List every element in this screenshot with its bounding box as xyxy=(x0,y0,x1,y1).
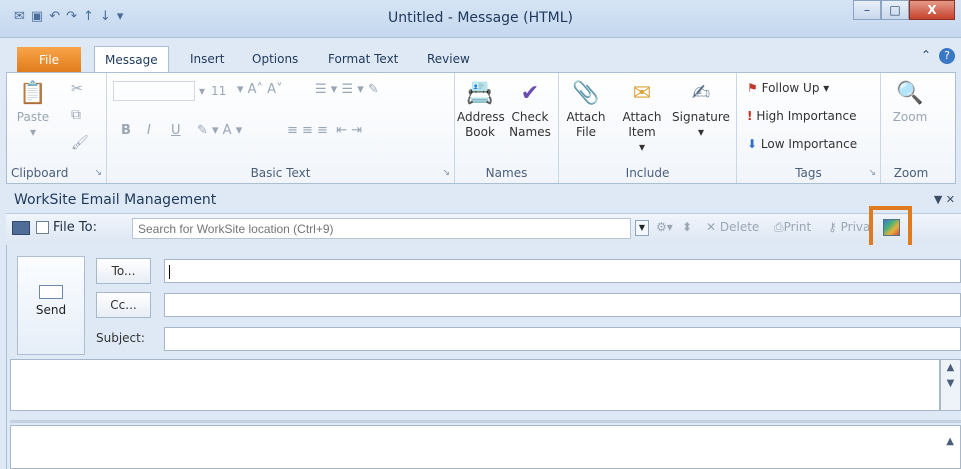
help-icon[interactable]: ? xyxy=(939,48,955,64)
group-clipboard: 📋 Paste ▾ ✂ ⧉ 🖌 Clipboard ↘ xyxy=(7,73,107,183)
group-label-names: Names xyxy=(485,166,528,180)
font-size-box[interactable]: 11 xyxy=(211,84,226,98)
launcher-icon[interactable]: ↘ xyxy=(868,168,876,178)
tab-message[interactable]: Message xyxy=(94,46,169,72)
window-title: Untitled - Message (HTML) xyxy=(387,10,574,26)
close-button[interactable]: X xyxy=(909,0,955,20)
underline-icon[interactable]: U xyxy=(171,123,181,138)
exclamation-icon: ! xyxy=(747,109,753,123)
help-area: ⌃ ? xyxy=(921,48,955,64)
tab-review[interactable]: Review xyxy=(417,46,480,72)
attach-file-button[interactable]: 📎 Attach File xyxy=(563,81,609,140)
bold-icon[interactable]: B xyxy=(121,123,131,138)
tab-options[interactable]: Options xyxy=(242,46,308,72)
low-importance-button[interactable]: ⬇ Low Importance xyxy=(747,137,857,151)
high-importance-button[interactable]: ! High Importance xyxy=(747,109,856,123)
tab-format-text[interactable]: Format Text xyxy=(318,46,408,72)
align-icons[interactable]: ≡ ≡ ≡ ⇤ ⇥ xyxy=(287,123,362,138)
private-button[interactable]: ⚷ Priva xyxy=(828,220,870,234)
font-name-box[interactable] xyxy=(113,81,195,101)
group-label-tags: Tags xyxy=(795,166,822,180)
bullets-icon[interactable]: ☰ ▾ ☰ ▾ ✎ xyxy=(315,82,379,97)
subject-field[interactable] xyxy=(164,327,961,351)
group-label-basic-text: Basic Text xyxy=(250,166,311,180)
check-names-button[interactable]: ✔ Check Names xyxy=(507,81,553,140)
search-dropdown-button[interactable]: ▼ xyxy=(635,220,649,236)
expand-icon[interactable]: ▲ xyxy=(946,436,954,447)
pin-icon[interactable]: ⬍ xyxy=(682,220,692,234)
clipboard-icon: 📋 xyxy=(19,81,47,106)
paperclip-icon: 📎 xyxy=(572,81,600,106)
title-bar: ✉ ▣ ↶ ↷ ↑ ↓ ▾ Untitled - Message (HTML) … xyxy=(0,0,961,38)
group-label-clipboard: Clipboard xyxy=(11,166,69,180)
launcher-icon[interactable]: ↘ xyxy=(94,168,102,178)
group-label-zoom: Zoom xyxy=(893,166,929,180)
grow-shrink-font-icon[interactable]: ▾ A˄ A˅ xyxy=(237,82,283,97)
magnifier-icon: 🔍 xyxy=(896,81,924,106)
worksite-toolbar: File To: ▼ ⚙▾ ⬍ ✕ Delete ⎙Print ⚷ Priva xyxy=(6,213,961,243)
zoom-button[interactable]: 🔍 Zoom xyxy=(885,81,935,125)
cc-button[interactable]: Cc... xyxy=(96,292,151,318)
check-names-icon: ✔ xyxy=(520,81,540,106)
to-field[interactable] xyxy=(164,259,961,283)
paste-button[interactable]: 📋 Paste ▾ xyxy=(11,81,55,140)
minimize-button[interactable]: – xyxy=(853,0,881,20)
tab-insert[interactable]: Insert xyxy=(180,46,234,72)
attach-item-button[interactable]: ✉ Attach Item ▾ xyxy=(617,81,667,155)
launcher-icon[interactable]: ↘ xyxy=(442,168,450,178)
ribbon-tabs: File Message Insert Options Format Text … xyxy=(0,38,961,72)
flag-icon: ⚑ xyxy=(747,81,758,95)
format-painter-icon[interactable]: 🖌 xyxy=(71,135,89,151)
highlight-font-color-icon[interactable]: ✎ ▾ A ▾ xyxy=(197,123,242,138)
cut-icon[interactable]: ✂ xyxy=(71,81,83,97)
file-to-label: File To: xyxy=(53,220,97,235)
subject-label: Subject: xyxy=(96,331,145,345)
worksite-menu-icon[interactable] xyxy=(12,221,30,235)
worksite-header: WorkSite Email Management ▼ ✕ xyxy=(6,189,961,211)
cc-field[interactable] xyxy=(164,293,961,317)
people-pane: ▲ xyxy=(10,425,961,469)
minimize-ribbon-icon[interactable]: ⌃ xyxy=(921,48,931,64)
print-button[interactable]: ⎙Print xyxy=(774,220,811,235)
group-basic-text: ▾ 11 ▾ A˄ A˅ ☰ ▾ ☰ ▾ ✎ B I U ✎ ▾ A ▾ ≡ ≡… xyxy=(107,73,455,183)
file-to-checkbox[interactable] xyxy=(36,221,49,234)
group-label-include: Include xyxy=(625,166,670,180)
group-names: 📇 Address Book ✔ Check Names Names xyxy=(455,73,559,183)
address-book-icon: 📇 xyxy=(466,81,494,106)
worksite-image-icon[interactable] xyxy=(883,219,900,236)
scroll-down-icon[interactable]: ▼ xyxy=(947,378,955,389)
window-controls: – □ X xyxy=(853,0,955,20)
ribbon: 📋 Paste ▾ ✂ ⧉ 🖌 Clipboard ↘ ▾ 11 ▾ A˄ A˅ … xyxy=(6,72,956,184)
browse-icon[interactable]: ⚙▾ xyxy=(656,220,673,234)
tab-file[interactable]: File xyxy=(17,47,81,72)
down-arrow-icon: ⬇ xyxy=(747,137,758,151)
group-include: 📎 Attach File ✉ Attach Item ▾ ✍ Signature… xyxy=(559,73,737,183)
message-body[interactable] xyxy=(10,359,940,411)
body-scrollbar[interactable]: ▲ ▼ xyxy=(940,359,961,411)
envelope-icon: ✉ xyxy=(632,81,652,106)
pane-controls[interactable]: ▼ ✕ xyxy=(934,189,955,211)
worksite-search-input[interactable] xyxy=(132,218,631,239)
signature-button[interactable]: ✍ Signature ▾ xyxy=(671,81,731,140)
signature-icon: ✍ xyxy=(691,81,711,106)
send-button[interactable]: Send xyxy=(17,256,85,355)
maximize-button[interactable]: □ xyxy=(881,0,909,20)
follow-up-button[interactable]: ⚑ Follow Up ▾ xyxy=(747,81,829,95)
splitter[interactable] xyxy=(10,420,961,423)
send-envelope-icon xyxy=(39,285,63,299)
italic-icon[interactable]: I xyxy=(147,123,151,138)
to-button[interactable]: To... xyxy=(96,258,151,284)
address-book-button[interactable]: 📇 Address Book xyxy=(457,81,505,140)
delete-button[interactable]: ✕ Delete xyxy=(706,220,759,234)
group-zoom: 🔍 Zoom Zoom xyxy=(881,73,941,183)
copy-icon[interactable]: ⧉ xyxy=(71,107,81,123)
scroll-up-icon[interactable]: ▲ xyxy=(947,362,955,373)
group-tags: ⚑ Follow Up ▾ ! High Importance ⬇ Low Im… xyxy=(737,73,881,183)
